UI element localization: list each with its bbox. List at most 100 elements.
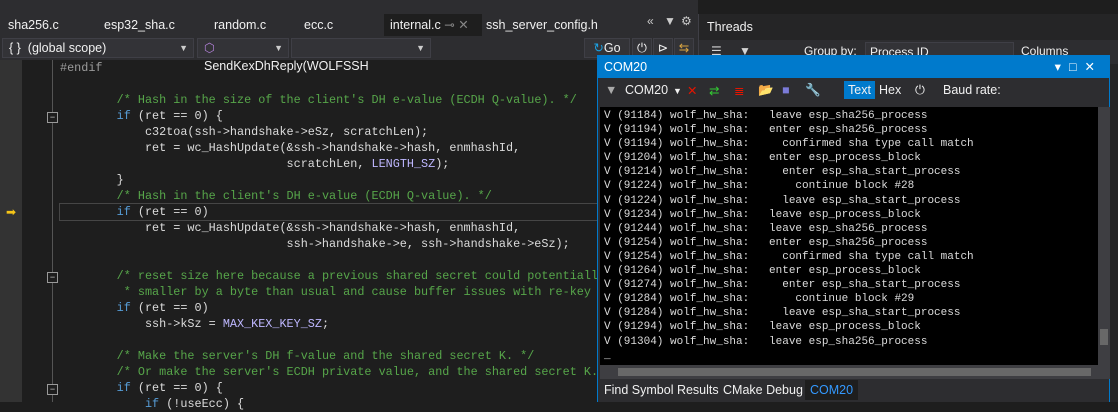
- code-line[interactable]: /* reset size here because a previous sh…: [60, 268, 627, 284]
- port-selector[interactable]: COM20: [625, 83, 668, 97]
- code-token: );: [435, 157, 450, 171]
- current-line-arrow-icon: ➡: [6, 205, 17, 219]
- code-line[interactable]: }: [60, 172, 626, 188]
- baud-rate-label: Baud rate:: [943, 83, 1001, 97]
- threads-title: Threads: [707, 20, 753, 34]
- code-line[interactable]: if (ret == 0): [60, 300, 626, 316]
- code-line[interactable]: [60, 252, 626, 268]
- editor-tab-strip: sha256.c esp32_sha.c random.c ecc.c inte…: [0, 0, 698, 36]
- code-line[interactable]: if (ret == 0) {: [60, 108, 626, 124]
- code-line[interactable]: /* Or make the server's ECDH private val…: [60, 364, 626, 380]
- code-line[interactable]: ssh->kSz = MAX_KEX_KEY_SZ;: [60, 316, 626, 332]
- scroll-thumb[interactable]: [618, 368, 1091, 376]
- vertical-scrollbar[interactable]: [1098, 107, 1110, 365]
- tab-com20[interactable]: COM20: [805, 380, 859, 400]
- tab-ecc[interactable]: ecc.c: [304, 14, 333, 36]
- code-line[interactable]: #endif: [60, 60, 626, 76]
- serial-line: V (91264) wolf_hw_sha: enter esp_process…: [604, 265, 921, 278]
- chevron-down-icon: ▼: [274, 43, 283, 53]
- port-icon: ▼: [605, 83, 618, 97]
- tab-internal[interactable]: internal.c ⊸ ✕: [384, 14, 482, 36]
- gear-icon[interactable]: ⚙: [681, 14, 692, 28]
- hex-mode-button[interactable]: Hex: [879, 83, 901, 97]
- serial-line: V (91194) wolf_hw_sha: confirmed sha typ…: [604, 138, 974, 151]
- code-editor[interactable]: #endif /* Hash in the size of the client…: [59, 60, 627, 412]
- tab-sha256[interactable]: sha256.c: [8, 14, 59, 36]
- code-token: * smaller by a byte than usual and cause…: [123, 285, 613, 299]
- scroll-thumb[interactable]: [1100, 329, 1108, 345]
- function-dropdown[interactable]: ⬡ SendKexDhReply(WOLFSSH ▼: [197, 38, 369, 73]
- code-line[interactable]: [60, 76, 626, 92]
- close-icon[interactable]: ✕: [1085, 60, 1103, 74]
- tab-list-icon[interactable]: ▼: [664, 14, 676, 28]
- code-token: }: [60, 173, 124, 187]
- code-line[interactable]: ssh->handshake->e, ssh->handshake->eSz);: [60, 236, 626, 252]
- tab-find-symbol-results[interactable]: Find Symbol Results: [604, 383, 719, 397]
- window-title: COM20: [604, 60, 648, 74]
- scope-dropdown[interactable]: { } (global scope) ▼: [2, 38, 194, 58]
- com20-window: COM20 ▾□✕ ▼ COM20 ▼ ✕ ⇄ ≣ 📂 ■ 🔧 Text Hex …: [597, 55, 1110, 402]
- code-line[interactable]: c32toa(ssh->handshake->eSz, scratchLen);: [60, 124, 626, 140]
- collapse-icon[interactable]: −: [47, 272, 58, 283]
- current-code-line[interactable]: if (ret == 0): [59, 203, 601, 221]
- collapse-icon[interactable]: −: [47, 112, 58, 123]
- code-line[interactable]: /* Hash in the client's DH e-value (ECDH…: [60, 188, 626, 204]
- member-dropdown[interactable]: ▼: [291, 38, 431, 58]
- reconnect-icon[interactable]: ⇄: [709, 83, 719, 98]
- serial-line: V (91274) wolf_hw_sha: enter esp_sha_sta…: [604, 279, 961, 292]
- code-token: if: [144, 397, 160, 411]
- code-line[interactable]: /* Hash in the size of the client's DH e…: [60, 92, 626, 108]
- scope-value: (global scope): [27, 41, 107, 55]
- code-line[interactable]: ret = wc_HashUpdate(&ssh->handshake->has…: [60, 220, 626, 236]
- dropdown-icon[interactable]: ▾: [1055, 60, 1069, 74]
- scroll-tabs-icon[interactable]: «: [647, 14, 654, 28]
- code-line[interactable]: [60, 332, 626, 348]
- tab-cmake-debug[interactable]: CMake Debug: [723, 383, 803, 397]
- wrench-icon[interactable]: 🔧: [805, 83, 821, 98]
- navigation-bar: { } (global scope) ▼ ⬡ SendKexDhReply(WOL…: [0, 36, 698, 73]
- code-line[interactable]: ret = wc_HashUpdate(&ssh->handshake->has…: [60, 140, 626, 156]
- open-folder-icon[interactable]: 📂: [758, 83, 774, 98]
- com20-title-bar[interactable]: COM20 ▾□✕: [598, 56, 1109, 78]
- close-icon[interactable]: ✕: [458, 18, 468, 32]
- refresh-icon: ↻: [593, 41, 604, 55]
- braces-icon: { }: [9, 41, 21, 55]
- code-token: /* Or make the server's ECDH private val…: [116, 365, 620, 379]
- tab-esp32-sha[interactable]: esp32_sha.c: [104, 14, 175, 36]
- serial-line: V (91234) wolf_hw_sha: leave esp_process…: [604, 208, 921, 221]
- save-icon[interactable]: ■: [782, 83, 790, 97]
- code-line[interactable]: if (!useEcc) {: [60, 396, 626, 412]
- code-line[interactable]: scratchLen, LENGTH_SZ);: [60, 156, 626, 172]
- breakpoint-gutter[interactable]: [0, 60, 22, 402]
- code-token: /* Make the server's DH f-value and the …: [116, 349, 535, 363]
- code-line[interactable]: if (ret == 0) {: [60, 380, 626, 396]
- pin-icon[interactable]: ⊸: [444, 18, 454, 32]
- code-token: /* reset size here because a previous sh…: [116, 269, 627, 283]
- tab-ssh-server-config[interactable]: ssh_server_config.h: [486, 14, 598, 36]
- serial-line: V (91224) wolf_hw_sha: leave esp_sha_sta…: [604, 194, 961, 207]
- code-token: (ret == 0) {: [130, 381, 223, 395]
- serial-line: V (91244) wolf_hw_sha: leave esp_sha256_…: [604, 222, 928, 235]
- text-mode-button[interactable]: Text: [844, 81, 875, 99]
- serial-line: V (91284) wolf_hw_sha: leave esp_sha_sta…: [604, 307, 961, 320]
- serial-line: V (91284) wolf_hw_sha: continue block #2…: [604, 293, 915, 306]
- serial-output[interactable]: V (91184) wolf_hw_sha: leave esp_sha256_…: [600, 107, 1098, 365]
- code-line[interactable]: * smaller by a byte than usual and cause…: [60, 284, 626, 300]
- serial-line: V (91194) wolf_hw_sha: enter esp_sha256_…: [604, 124, 928, 137]
- disconnect-icon[interactable]: ✕: [687, 83, 697, 98]
- go-label: Go: [603, 41, 621, 55]
- tab-random[interactable]: random.c: [214, 14, 266, 36]
- code-line[interactable]: /* Make the server's DH f-value and the …: [60, 348, 626, 364]
- collapse-icon[interactable]: −: [47, 384, 58, 395]
- chevron-down-icon[interactable]: ▼: [673, 86, 682, 96]
- maximize-icon[interactable]: □: [1069, 60, 1085, 74]
- code-token: if: [116, 205, 131, 219]
- horizontal-scrollbar[interactable]: [600, 365, 1110, 379]
- clear-icon[interactable]: ≣: [734, 83, 744, 98]
- power-icon[interactable]: ⏻: [915, 83, 925, 98]
- serial-line: V (91224) wolf_hw_sha: continue block #2…: [604, 180, 915, 193]
